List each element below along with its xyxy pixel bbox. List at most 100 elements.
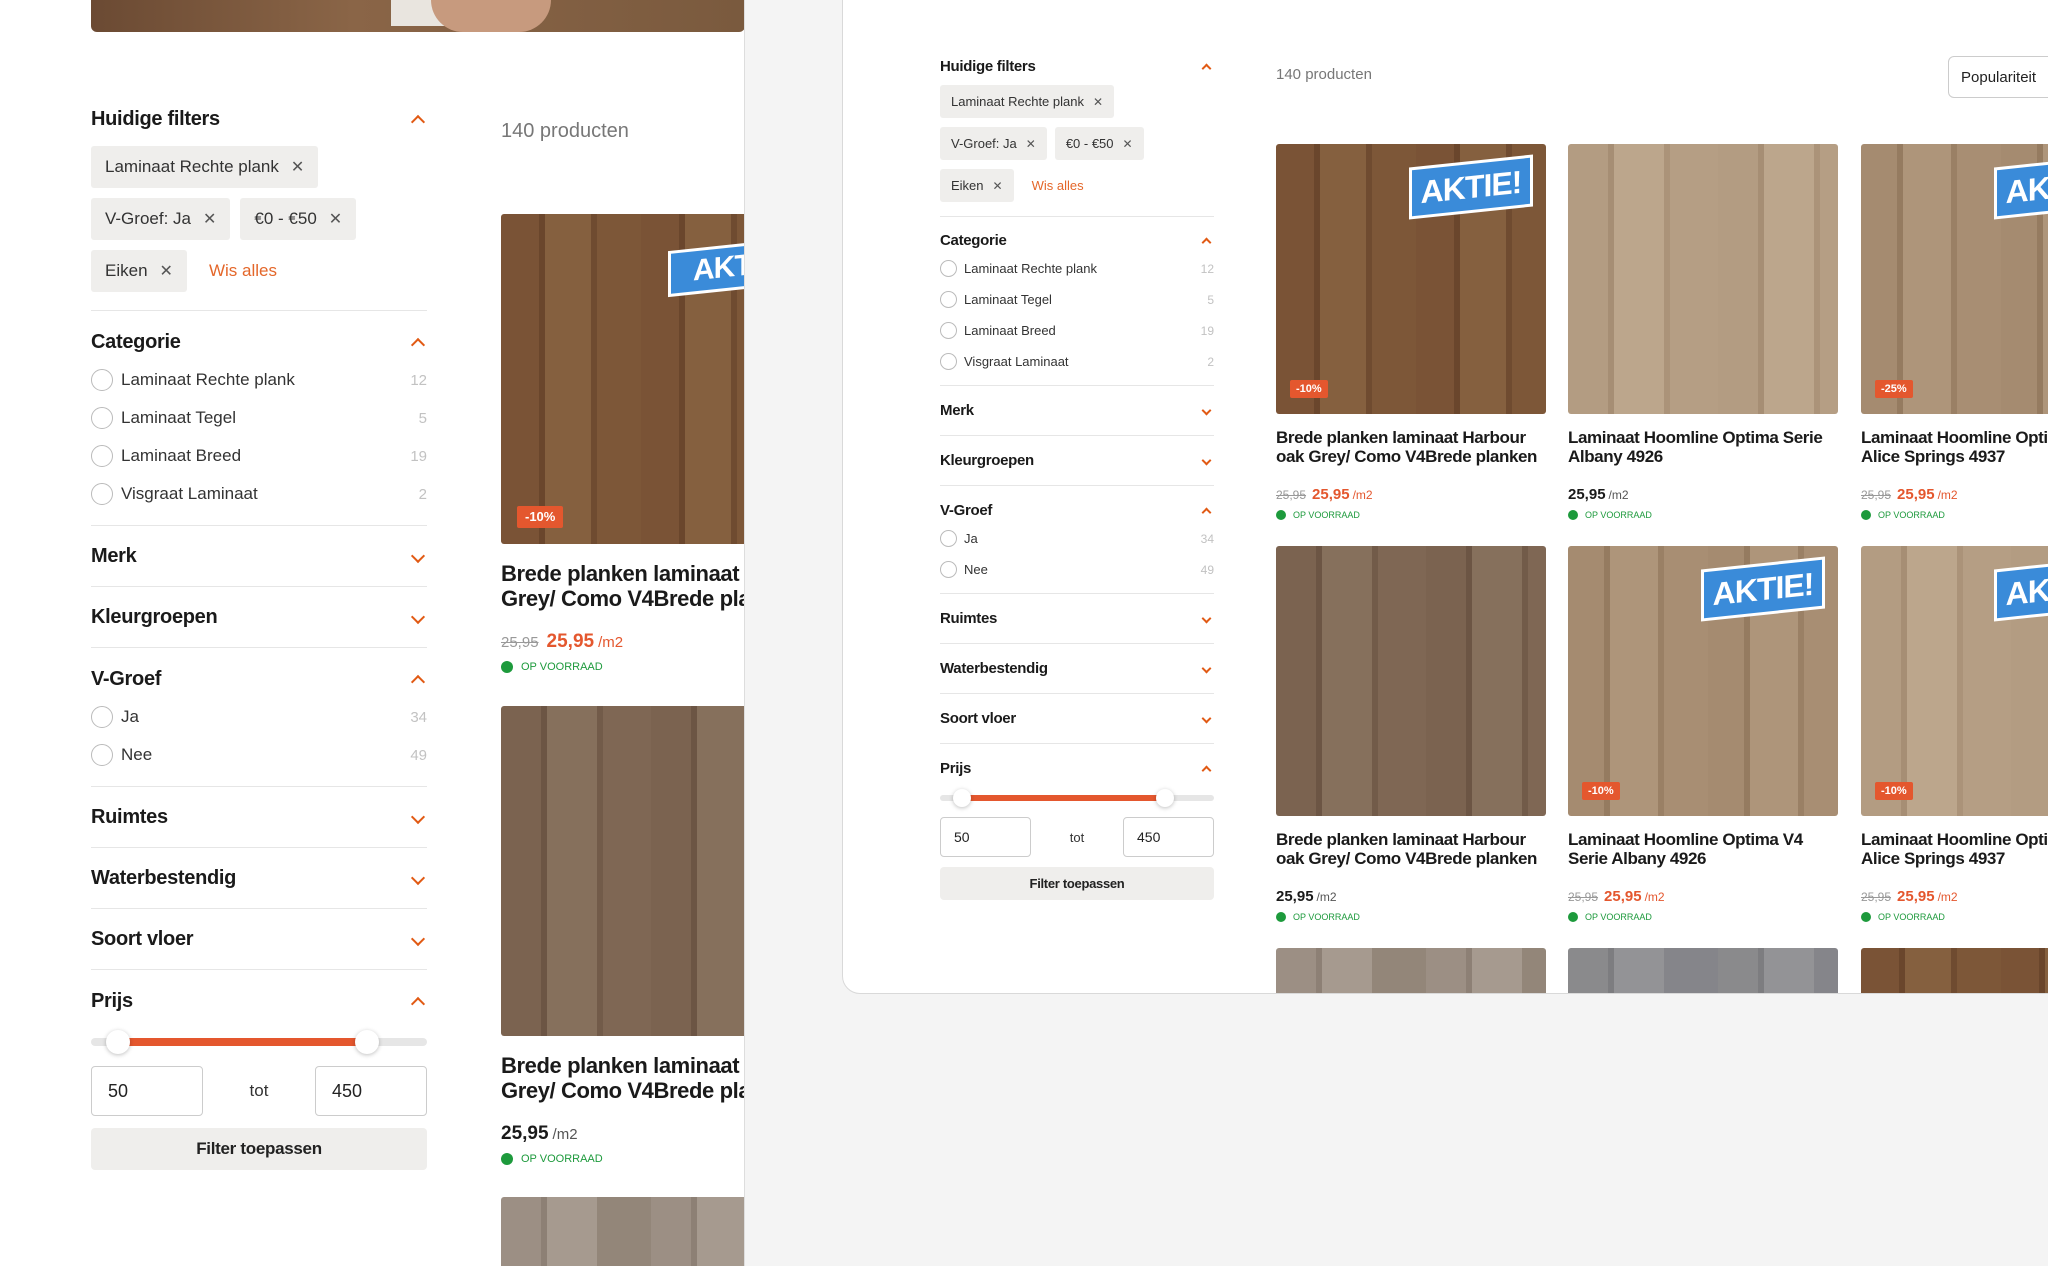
filter-chip[interactable]: €0 - €50 ✕ [1054, 127, 1144, 160]
soort-vloer-header[interactable]: Soort vloer [940, 694, 1214, 743]
product-image[interactable] [501, 706, 744, 1036]
product-image[interactable] [1276, 948, 1546, 993]
vgroef-option[interactable]: Nee 49 [940, 554, 1214, 585]
close-icon[interactable]: ✕ [993, 179, 1003, 193]
product-card[interactable]: AKTIE! -10% Laminaat Hoomline Optima Serie… [1861, 546, 2048, 922]
category-option[interactable]: Laminaat Breed 19 [91, 437, 427, 475]
close-icon[interactable]: ✕ [203, 209, 216, 229]
slider-handle-min[interactable] [105, 1030, 130, 1054]
product-image[interactable]: AKTIE! -10% [1861, 546, 2048, 816]
radio-button[interactable] [91, 445, 113, 467]
product-title[interactable]: Brede planken laminaat Har Grey/ Como V4… [501, 561, 744, 611]
product-card[interactable] [1568, 948, 1838, 993]
filter-chip[interactable]: €0 - €50 ✕ [240, 198, 357, 240]
radio-button[interactable] [940, 353, 957, 370]
product-title[interactable]: Laminaat Hoomline Optima Serie Albany 49… [1568, 428, 1838, 468]
prijs-header[interactable]: Prijs [940, 757, 1214, 779]
vgroef-option[interactable]: Ja 34 [940, 523, 1214, 554]
category-option[interactable]: Visgraat Laminaat 2 [91, 475, 427, 513]
soort-vloer-header[interactable]: Soort vloer [91, 909, 427, 969]
product-title[interactable]: Laminaat Hoomline Optima Serie Alice Spr… [1861, 830, 2048, 870]
radio-button[interactable] [940, 322, 957, 339]
ruimtes-header[interactable]: Ruimtes [940, 594, 1214, 643]
product-title[interactable]: Brede planken laminaat Harbour oak Grey/… [1276, 428, 1546, 468]
filter-chip[interactable]: V-Groef: Ja ✕ [91, 198, 231, 240]
product-image[interactable]: AKTI -10% [501, 214, 744, 544]
category-option[interactable]: Visgraat Laminaat 2 [940, 346, 1214, 377]
radio-button[interactable] [940, 291, 957, 308]
sort-dropdown[interactable]: Populariteit [1948, 56, 2048, 98]
vgroef-option[interactable]: Ja 34 [91, 698, 427, 736]
filter-chip[interactable]: Eiken ✕ [91, 250, 187, 292]
vgroef-option[interactable]: Nee 49 [91, 736, 427, 774]
radio-button[interactable] [91, 369, 113, 391]
category-header[interactable]: Categorie [91, 327, 427, 357]
product-card[interactable]: Brede planken laminaat Harbour oak Grey/… [1276, 546, 1546, 922]
product-image[interactable] [501, 1197, 744, 1266]
kleurgroepen-header[interactable]: Kleurgroepen [91, 587, 427, 647]
radio-button[interactable] [940, 530, 957, 547]
radio-button[interactable] [91, 706, 113, 728]
prijs-header[interactable]: Prijs [91, 986, 427, 1016]
close-icon[interactable]: ✕ [1026, 137, 1036, 151]
current-filters-header[interactable]: Huidige filters [940, 55, 1214, 77]
product-card[interactable]: Laminaat Hoomline Optima Serie Albany 49… [1568, 144, 1838, 520]
product-image[interactable] [1568, 948, 1838, 993]
product-card[interactable]: AKTIE! -25% Laminaat Hoomline Optima Serie… [1861, 144, 2048, 520]
ruimtes-header[interactable]: Ruimtes [91, 787, 427, 847]
slider-handle-max[interactable] [1155, 789, 1174, 807]
vgroef-header[interactable]: V-Groef [91, 664, 427, 694]
product-title[interactable]: Laminaat Hoomline Optima Serie Alice Spr… [1861, 428, 2048, 468]
price-min-input[interactable]: 50 [940, 817, 1031, 857]
filter-chip[interactable]: Eiken ✕ [940, 169, 1014, 202]
waterbestendig-header[interactable]: Waterbestendig [940, 644, 1214, 693]
radio-button[interactable] [91, 483, 113, 505]
clear-all-link[interactable]: Wis alles [209, 261, 277, 281]
product-card[interactable]: Brede planken laminaat Har Grey/ Como V4… [501, 706, 744, 1166]
kleurgroepen-header[interactable]: Kleurgroepen [940, 436, 1214, 485]
price-range-slider[interactable] [940, 789, 1214, 807]
product-image[interactable]: AKTIE! -25% [1861, 144, 2048, 414]
close-icon[interactable]: ✕ [1123, 137, 1133, 151]
price-min-input[interactable]: 50 [91, 1066, 203, 1116]
filter-chip[interactable]: Laminaat Rechte plank ✕ [91, 146, 319, 188]
category-header[interactable]: Categorie [940, 229, 1214, 251]
product-card[interactable] [1276, 948, 1546, 993]
price-range-slider[interactable] [91, 1030, 427, 1054]
product-card[interactable]: AKTI -10% Brede planken laminaat Har Gre… [501, 214, 744, 674]
product-title[interactable]: Brede planken laminaat Harbour oak Grey/… [1276, 830, 1546, 870]
close-icon[interactable]: ✕ [291, 157, 304, 177]
filter-chip[interactable]: Laminaat Rechte plank ✕ [940, 85, 1115, 118]
category-option[interactable]: Laminaat Rechte plank 12 [91, 361, 427, 399]
product-card[interactable] [501, 1197, 744, 1266]
radio-button[interactable] [940, 260, 957, 277]
category-option[interactable]: Laminaat Breed 19 [940, 315, 1214, 346]
product-title[interactable]: Brede planken laminaat Har Grey/ Como V4… [501, 1053, 744, 1103]
product-card[interactable] [1861, 948, 2048, 993]
category-option[interactable]: Laminaat Tegel 5 [91, 399, 427, 437]
apply-filter-button[interactable]: Filter toepassen [940, 867, 1214, 900]
merk-header[interactable]: Merk [940, 386, 1214, 435]
radio-button[interactable] [91, 407, 113, 429]
slider-handle-min[interactable] [952, 789, 971, 807]
product-title[interactable]: Laminaat Hoomline Optima V4 Serie Albany… [1568, 830, 1838, 870]
product-image[interactable]: AKTIE! -10% [1276, 144, 1546, 414]
filter-chip[interactable]: V-Groef: Ja ✕ [940, 127, 1047, 160]
close-icon[interactable]: ✕ [1093, 95, 1103, 109]
radio-button[interactable] [940, 561, 957, 578]
product-card[interactable]: AKTIE! -10% Brede planken laminaat Harbour… [1276, 144, 1546, 520]
product-image[interactable] [1861, 948, 2048, 993]
category-option[interactable]: Laminaat Rechte plank 12 [940, 253, 1214, 284]
product-image[interactable] [1276, 546, 1546, 816]
slider-handle-max[interactable] [354, 1030, 379, 1054]
waterbestendig-header[interactable]: Waterbestendig [91, 848, 427, 908]
price-max-input[interactable]: 450 [1123, 817, 1214, 857]
close-icon[interactable]: ✕ [329, 209, 342, 229]
radio-button[interactable] [91, 744, 113, 766]
product-image[interactable]: AKTIE! -10% [1568, 546, 1838, 816]
product-image[interactable] [1568, 144, 1838, 414]
current-filters-header[interactable]: Huidige filters [91, 104, 427, 134]
close-icon[interactable]: ✕ [160, 261, 173, 281]
clear-all-link[interactable]: Wis alles [1032, 178, 1084, 193]
price-max-input[interactable]: 450 [315, 1066, 427, 1116]
